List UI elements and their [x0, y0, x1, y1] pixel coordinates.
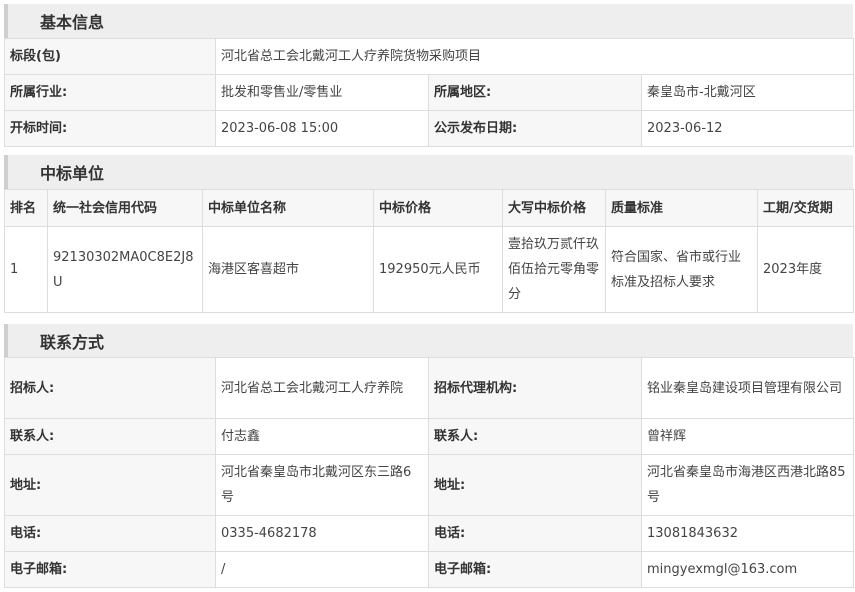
table-row: 所属行业: 批发和零售业/零售业 所属地区: 秦皇岛市-北戴河区 [4, 74, 855, 111]
basic-info-table: 标段(包) 河北省总工会北戴河工人疗养院货物采购项目 所属行业: 批发和零售业/… [4, 38, 855, 147]
open-time-label: 开标时间: [4, 110, 216, 147]
section-title-winner: 中标单位 [4, 155, 853, 189]
region-label: 所属地区: [428, 74, 642, 111]
section-value: 河北省总工会北戴河工人疗养院货物采购项目 [214, 38, 855, 75]
col-header-company: 中标单位名称 [202, 189, 374, 227]
phone-label: 电话: [4, 515, 216, 552]
agency-email-label: 电子邮箱: [428, 551, 642, 588]
publish-date-value: 2023-06-12 [640, 110, 855, 147]
agency-phone-label: 电话: [428, 515, 642, 552]
col-header-rank: 排名 [4, 189, 48, 227]
agency-value: 铭业秦皇岛建设项目管理有限公司 [641, 357, 854, 419]
section-title-contact: 联系方式 [4, 324, 853, 357]
tenderer-value: 河北省总工会北戴河工人疗养院 [215, 357, 429, 419]
table-row: 联系人: 付志鑫 联系人: 曾祥辉 [4, 418, 854, 455]
col-header-period: 工期/交货期 [757, 189, 854, 227]
contact-person-value: 付志鑫 [215, 418, 429, 455]
contact-person-label: 联系人: [4, 418, 216, 455]
open-time-value: 2023-06-08 15:00 [215, 110, 429, 147]
col-header-quality: 质量标准 [605, 189, 758, 227]
email-label: 电子邮箱: [4, 551, 216, 588]
phone-value: 0335-4682178 [215, 515, 429, 552]
agency-address-label: 地址: [428, 454, 642, 516]
table-header-row: 排名 统一社会信用代码 中标单位名称 中标价格 大写中标价格 质量标准 工期/交… [4, 189, 854, 227]
tenderer-label: 招标人: [4, 357, 216, 419]
section-label: 标段(包) [4, 38, 216, 75]
table-row: 招标人: 河北省总工会北戴河工人疗养院 招标代理机构: 铭业秦皇岛建设项目管理有… [4, 357, 854, 419]
cell-quality: 符合国家、省市或行业标准及招标人要求 [605, 226, 758, 313]
table-row: 电话: 0335-4682178 电话: 13081843632 [4, 515, 854, 552]
col-header-credit-code: 统一社会信用代码 [47, 189, 203, 227]
agency-email-value: mingyexmgl@163.com [641, 551, 854, 588]
col-header-price: 中标价格 [373, 189, 503, 227]
col-header-price-words: 大写中标价格 [502, 189, 606, 227]
agency-contact-label: 联系人: [428, 418, 642, 455]
agency-phone-value: 13081843632 [641, 515, 854, 552]
agency-address-value: 河北省秦皇岛市海港区西港北路85号 [641, 454, 854, 516]
cell-price: 192950元人民币 [373, 226, 503, 313]
table-row: 标段(包) 河北省总工会北戴河工人疗养院货物采购项目 [4, 38, 855, 75]
contact-table: 招标人: 河北省总工会北戴河工人疗养院 招标代理机构: 铭业秦皇岛建设项目管理有… [4, 357, 854, 588]
agency-contact-value: 曾祥辉 [641, 418, 854, 455]
cell-company: 海港区客喜超市 [202, 226, 374, 313]
cell-rank: 1 [4, 226, 48, 313]
publish-date-label: 公示发布日期: [428, 110, 642, 147]
cell-period: 2023年度 [757, 226, 854, 313]
region-value: 秦皇岛市-北戴河区 [640, 74, 855, 111]
table-row: 地址: 河北省秦皇岛市北戴河区东三路6号 地址: 河北省秦皇岛市海港区西港北路8… [4, 454, 854, 516]
industry-label: 所属行业: [4, 74, 216, 111]
agency-label: 招标代理机构: [428, 357, 642, 419]
table-row: 电子邮箱: / 电子邮箱: mingyexmgl@163.com [4, 551, 854, 588]
winner-table: 排名 统一社会信用代码 中标单位名称 中标价格 大写中标价格 质量标准 工期/交… [4, 189, 854, 313]
address-value: 河北省秦皇岛市北戴河区东三路6号 [215, 454, 429, 516]
address-label: 地址: [4, 454, 216, 516]
industry-value: 批发和零售业/零售业 [215, 74, 429, 111]
announcement-page: 基本信息 标段(包) 河北省总工会北戴河工人疗养院货物采购项目 所属行业: 批发… [0, 0, 855, 592]
table-row: 1 92130302MA0C8E2J8U 海港区客喜超市 192950元人民币 … [4, 226, 854, 313]
email-value: / [215, 551, 429, 588]
cell-credit-code: 92130302MA0C8E2J8U [47, 226, 203, 313]
table-row: 开标时间: 2023-06-08 15:00 公示发布日期: 2023-06-1… [4, 110, 855, 147]
cell-price-words: 壹拾玖万贰仟玖佰伍拾元零角零分 [502, 226, 606, 313]
section-title-basic: 基本信息 [4, 4, 853, 38]
